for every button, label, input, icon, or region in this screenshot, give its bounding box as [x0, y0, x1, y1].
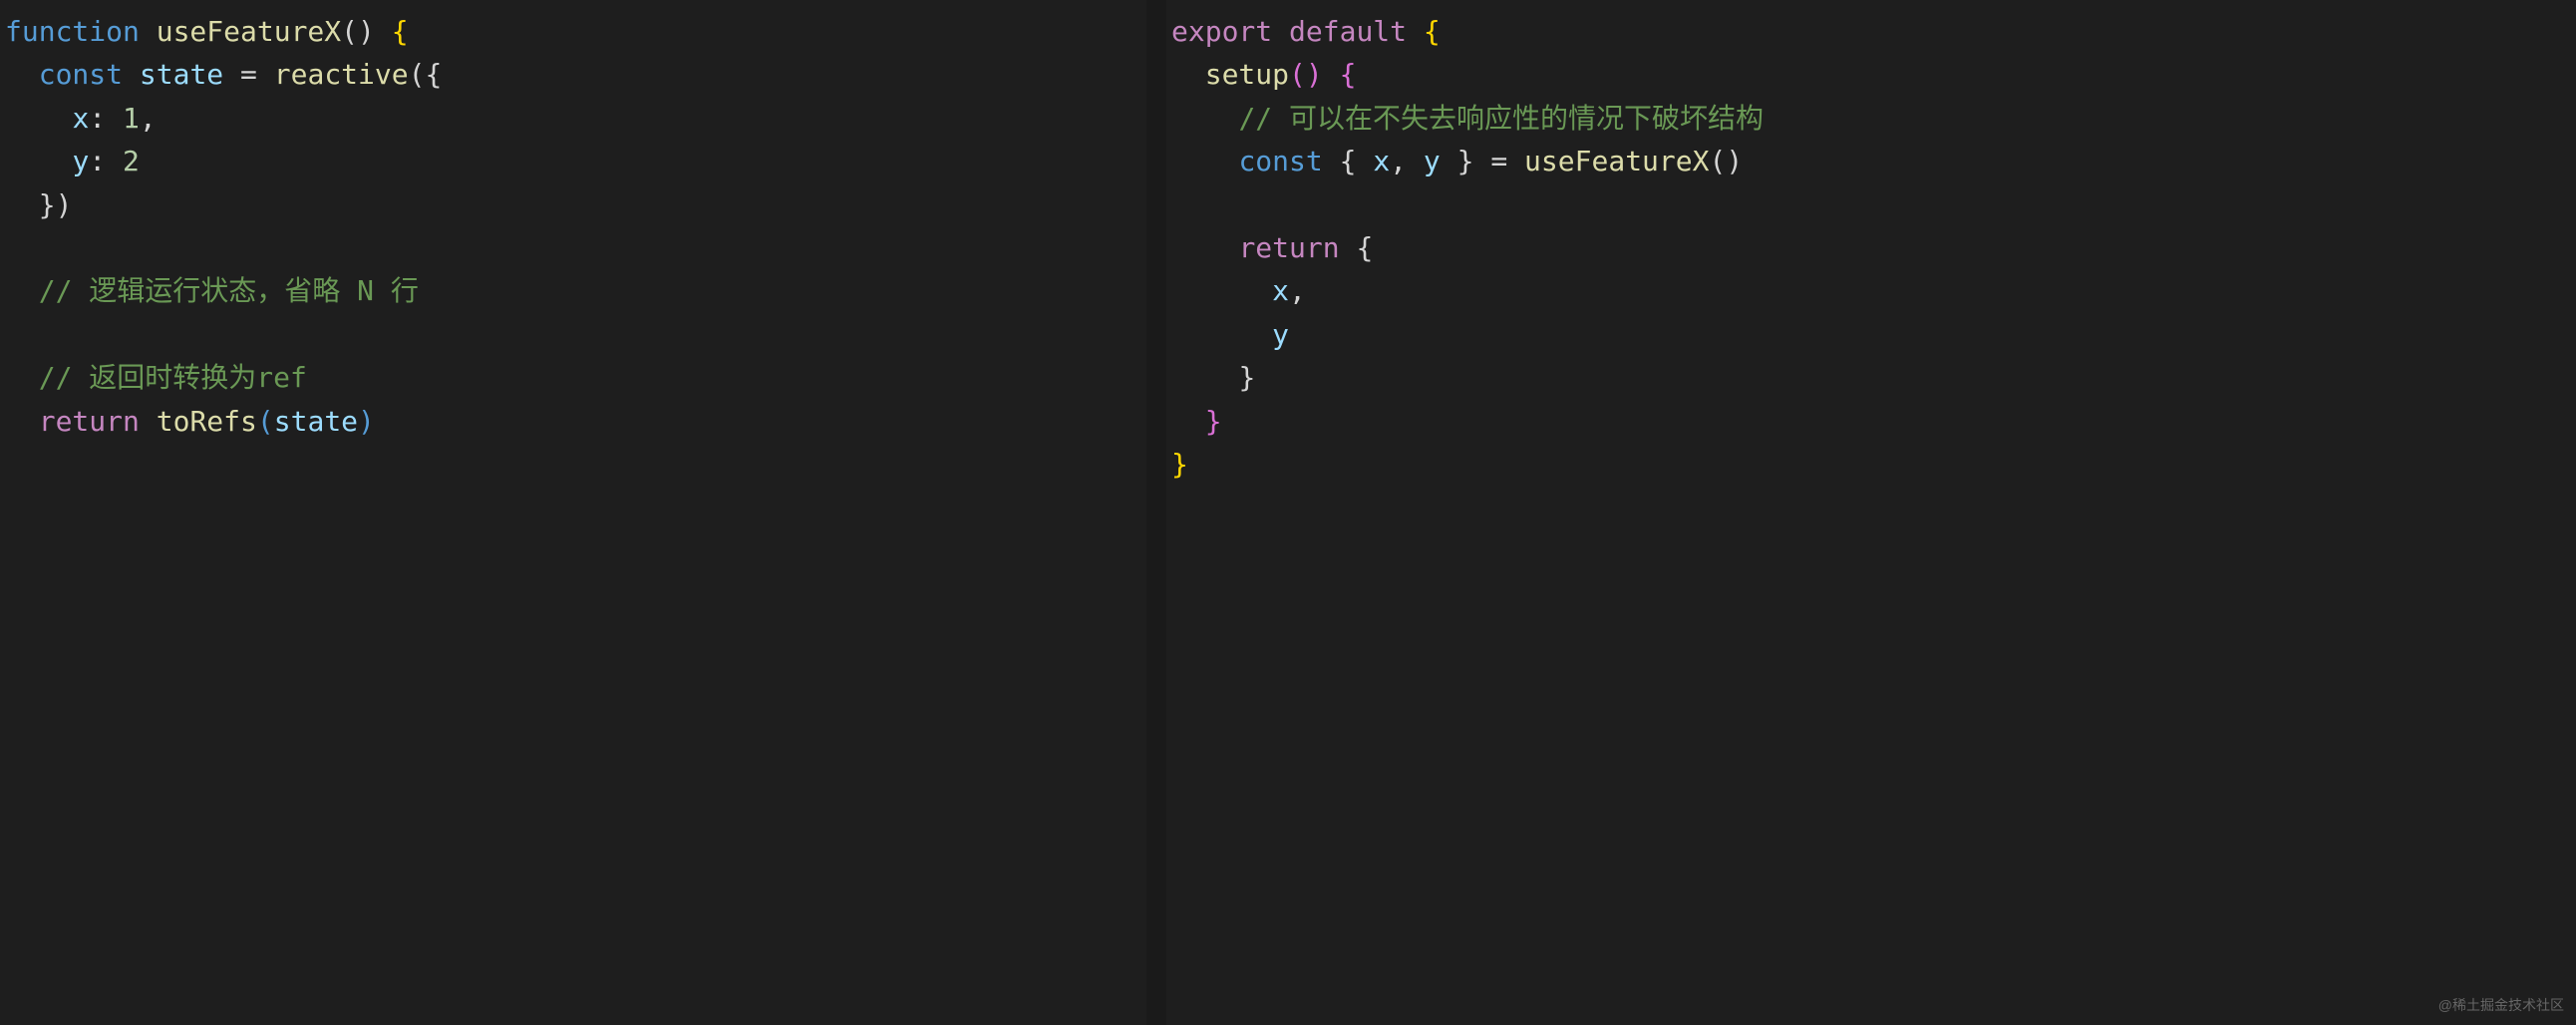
- code-line: // 逻辑运行状态，省略 N 行: [5, 269, 1141, 312]
- property-name: y: [72, 145, 89, 177]
- code-line: }: [1171, 356, 2571, 399]
- keyword-function: function: [5, 15, 140, 48]
- method-name: setup: [1205, 58, 1289, 91]
- number-literal: 2: [123, 145, 140, 177]
- keyword-default: default: [1289, 15, 1407, 48]
- keyword-export: export: [1171, 15, 1272, 48]
- code-line: return toRefs(state): [5, 400, 1141, 443]
- code-pane-right: export default { setup() { // 可以在不失去响应性的…: [1166, 0, 2576, 1025]
- code-line: // 可以在不失去响应性的情况下破坏结构: [1171, 97, 2571, 140]
- keyword-return: return: [1238, 231, 1339, 264]
- code-line: y: [1171, 313, 2571, 356]
- code-line: }: [1171, 400, 2571, 443]
- code-line: x: 1,: [5, 97, 1141, 140]
- comment: // 可以在不失去响应性的情况下破坏结构: [1238, 102, 1764, 135]
- code-line: const { x, y } = useFeatureX(): [1171, 140, 2571, 182]
- function-name: useFeatureX: [157, 15, 341, 48]
- code-line: export default {: [1171, 10, 2571, 53]
- code-line: }: [1171, 443, 2571, 486]
- code-line: return {: [1171, 226, 2571, 269]
- property-name: x: [72, 102, 89, 135]
- comment: // 逻辑运行状态，省略 N 行: [39, 274, 419, 307]
- variable-name: x: [1272, 274, 1289, 307]
- variable-name: y: [1272, 318, 1289, 351]
- variable-name: state: [140, 58, 223, 91]
- watermark: @稀土掘金技术社区: [2438, 995, 2564, 1017]
- code-line: const state = reactive({: [5, 53, 1141, 96]
- code-line: setup() {: [1171, 53, 2571, 96]
- code-line: [5, 313, 1141, 356]
- function-call: toRefs: [157, 405, 257, 438]
- variable-name: x: [1373, 145, 1390, 177]
- code-line: [1171, 183, 2571, 226]
- comment: // 返回时转换为ref: [39, 361, 307, 394]
- keyword-const: const: [1238, 145, 1322, 177]
- code-line: }): [5, 183, 1141, 226]
- code-line: y: 2: [5, 140, 1141, 182]
- keyword-const: const: [39, 58, 123, 91]
- code-line: function useFeatureX() {: [5, 10, 1141, 53]
- function-call: useFeatureX: [1524, 145, 1709, 177]
- number-literal: 1: [123, 102, 140, 135]
- code-line: [5, 226, 1141, 269]
- variable-name: state: [274, 405, 358, 438]
- code-line: x,: [1171, 269, 2571, 312]
- code-pane-left: function useFeatureX() { const state = r…: [0, 0, 1146, 1025]
- function-call: reactive: [274, 58, 409, 91]
- variable-name: y: [1424, 145, 1441, 177]
- code-line: // 返回时转换为ref: [5, 356, 1141, 399]
- keyword-return: return: [39, 405, 140, 438]
